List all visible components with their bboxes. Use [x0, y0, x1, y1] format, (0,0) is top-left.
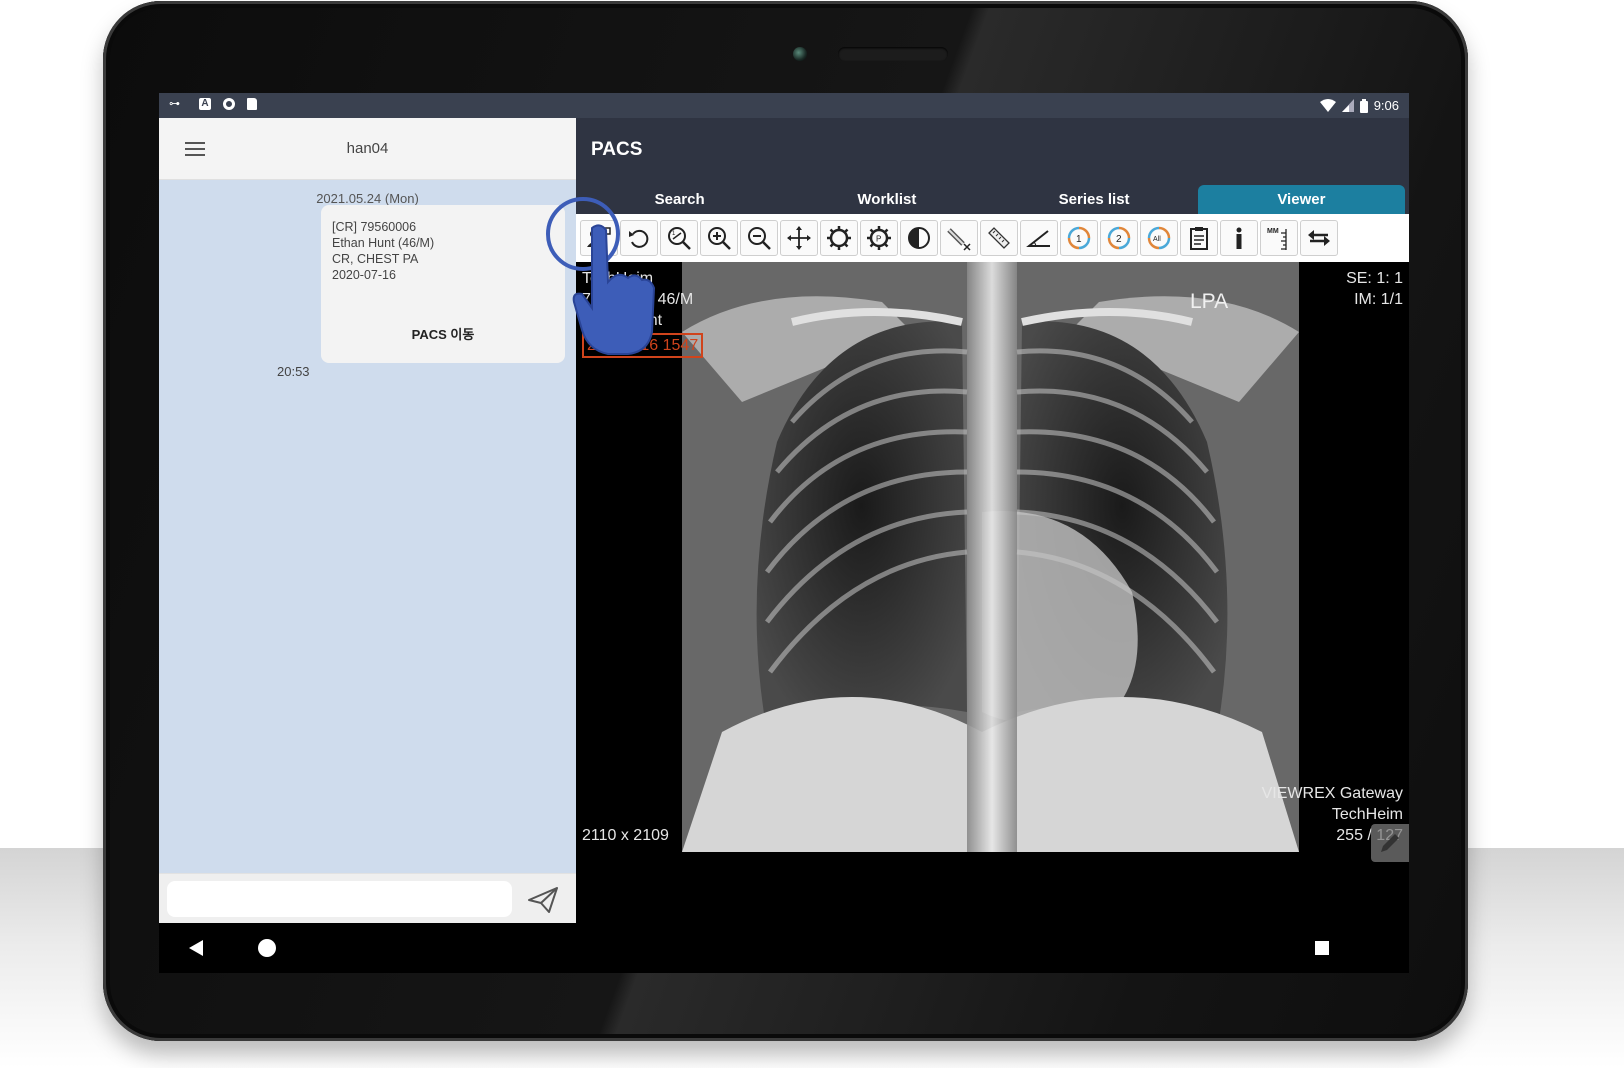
swap-icon[interactable] — [1300, 220, 1338, 256]
battery-icon — [1359, 98, 1368, 113]
recent-apps-icon[interactable] — [1315, 941, 1329, 955]
message-line: 2020-07-16 — [332, 268, 396, 282]
chat-header: han04 — [159, 118, 576, 180]
sync-2-icon[interactable]: 2 — [1100, 220, 1138, 256]
chat-date: 2021.05.24 (Mon) — [316, 191, 419, 206]
pacs-move-button[interactable]: PACS 이동 — [321, 327, 565, 343]
message-line: CR, CHEST PA — [332, 252, 419, 266]
image-label: IM: 1/1 — [1354, 291, 1403, 308]
svg-text:1: 1 — [672, 231, 676, 237]
chat-panel: han04 2021.05.24 (Mon) [CR] 79560006 Eth… — [159, 118, 576, 923]
send-icon[interactable] — [527, 886, 559, 914]
speaker-grille — [838, 47, 948, 61]
zoom-in-icon[interactable] — [700, 220, 738, 256]
a-icon: A — [199, 98, 211, 110]
device-screenshot: ⊶ A 9:06 han04 2021.05.24 (Mon) [CR] 795… — [0, 0, 1624, 1068]
zoom-out-icon[interactable] — [740, 220, 778, 256]
tablet-screen: ⊶ A 9:06 han04 2021.05.24 (Mon) [CR] 795… — [159, 93, 1409, 973]
viewer-toolbar: 1 P 1 2 All MM — [576, 214, 1409, 262]
wifi-icon — [1319, 99, 1336, 112]
tab-bar: Search Worklist Series list Viewer — [576, 185, 1409, 214]
orientation-label: LPA — [1190, 290, 1229, 313]
pacs-header: PACS Search Worklist Series list Viewer — [576, 118, 1409, 214]
back-icon[interactable] — [189, 940, 203, 956]
chat-input-bar — [159, 873, 576, 923]
preset-icon[interactable]: P — [860, 220, 898, 256]
chat-title: han04 — [346, 140, 389, 157]
message-line: [CR] 79560006 — [332, 220, 417, 234]
window-level-icon[interactable] — [820, 220, 858, 256]
sd-card-icon — [247, 98, 257, 110]
invert-icon[interactable] — [900, 220, 938, 256]
series-label: SE: 1: 1 — [1346, 270, 1403, 287]
circle-icon — [223, 98, 235, 110]
ruler-icon[interactable] — [980, 220, 1018, 256]
pacs-panel: PACS Search Worklist Series list Viewer … — [576, 118, 1409, 923]
edit-button[interactable] — [1371, 824, 1409, 862]
message-line: Ethan Hunt (46/M) — [332, 236, 435, 250]
pacs-title: PACS — [591, 139, 643, 160]
message-bubble[interactable]: [CR] 79560006 Ethan Hunt (46/M) CR, CHES… — [321, 205, 565, 363]
series-overlay: SE: 1: 1 IM: 1/1 — [1346, 268, 1403, 310]
message-input[interactable] — [167, 881, 512, 917]
svg-text:2: 2 — [1116, 234, 1122, 245]
tab-worklist[interactable]: Worklist — [783, 185, 990, 214]
eraser-icon[interactable] — [940, 220, 978, 256]
svg-text:All: All — [1153, 236, 1161, 243]
message-time: 20:53 — [277, 364, 310, 379]
angle-icon[interactable] — [1020, 220, 1058, 256]
vendor-label: TechHeim — [1331, 806, 1403, 823]
hand-pointer-icon — [572, 224, 656, 355]
gateway-label: VIEWREX Gateway — [1261, 785, 1403, 802]
sync-all-icon[interactable]: All — [1140, 220, 1178, 256]
home-icon[interactable] — [258, 939, 276, 957]
sync-1-icon[interactable]: 1 — [1060, 220, 1098, 256]
pan-icon[interactable] — [780, 220, 818, 256]
svg-text:P: P — [876, 235, 881, 244]
status-bar: ⊶ A 9:06 — [159, 93, 1409, 118]
clock: 9:06 — [1373, 98, 1399, 113]
pencil-icon — [1381, 834, 1399, 852]
tab-viewer[interactable]: Viewer — [1197, 185, 1405, 214]
report-icon[interactable] — [1180, 220, 1218, 256]
info-icon[interactable] — [1220, 220, 1258, 256]
navigation-bar — [159, 923, 1409, 973]
image-viewport[interactable]: TechHeim 79560006 46/M Ethan Hunt 202007… — [576, 262, 1409, 923]
svg-text:MM: MM — [1267, 228, 1279, 235]
tab-series-list[interactable]: Series list — [991, 185, 1198, 214]
image-size-label: 2110 x 2109 — [582, 827, 669, 844]
chest-xray-image — [682, 262, 1299, 852]
svg-text:1: 1 — [1076, 234, 1082, 245]
key-icon: ⊶ — [169, 98, 180, 110]
camera-icon — [793, 47, 807, 61]
mm-scale-icon[interactable]: MM — [1260, 220, 1298, 256]
zoom-fit-icon[interactable]: 1 — [660, 220, 698, 256]
signal-icon — [1341, 99, 1354, 112]
